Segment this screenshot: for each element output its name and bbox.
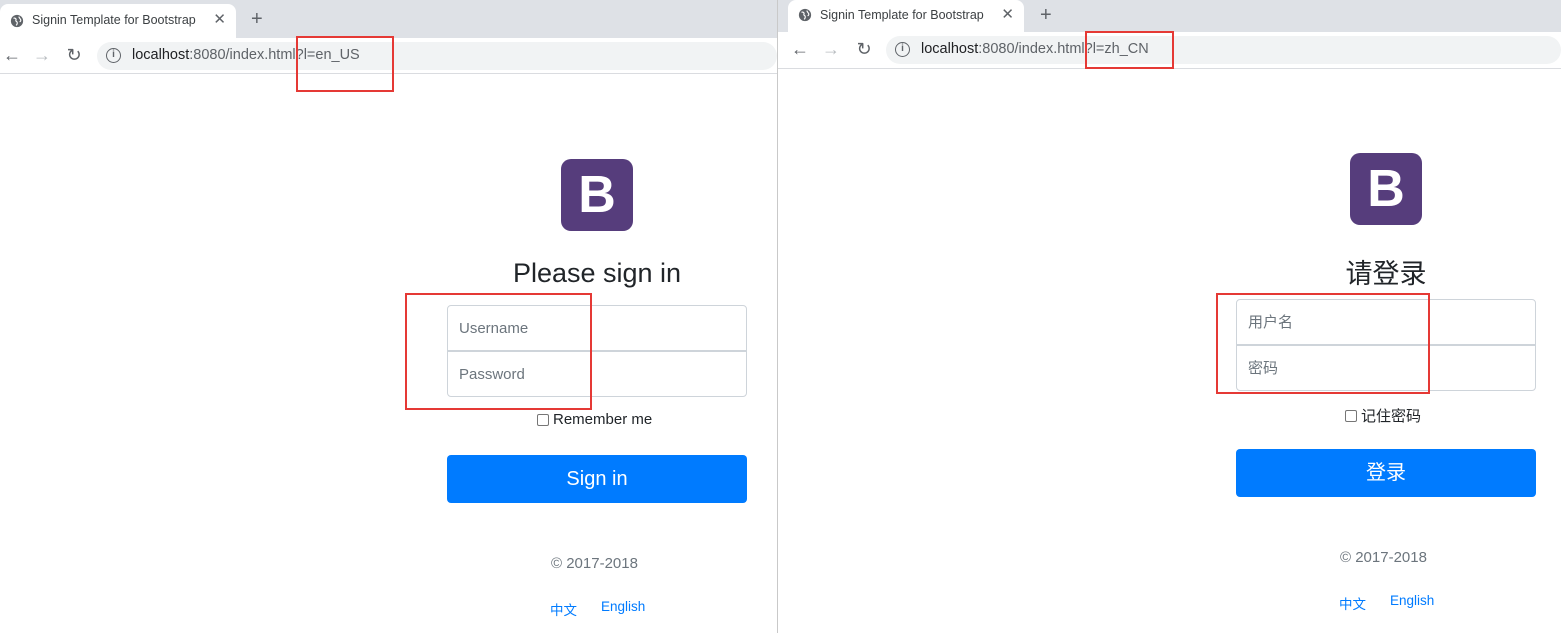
- lang-link-zh[interactable]: 中文: [1339, 593, 1366, 613]
- plus-icon[interactable]: +: [251, 8, 263, 30]
- reload-icon[interactable]: ↻: [64, 45, 84, 65]
- bootstrap-logo: B: [561, 159, 633, 231]
- address-bar[interactable]: i localhost:8080/index.html?l=en_US: [97, 42, 777, 70]
- copyright-text: © 2017-2018: [1340, 549, 1427, 566]
- address-bar[interactable]: i localhost:8080/index.html?l=zh_CN: [886, 36, 1561, 64]
- forward-arrow-icon[interactable]: →: [821, 39, 841, 59]
- tab-strip: Signin Template for Bootstrap ✕ +: [778, 0, 1561, 32]
- browser-window-left: Signin Template for Bootstrap ✕ + ← → ↻ …: [0, 0, 777, 633]
- remember-checkbox[interactable]: [537, 413, 549, 426]
- back-arrow-icon[interactable]: ←: [2, 45, 22, 65]
- annotation-box-url: [1085, 31, 1174, 69]
- info-icon[interactable]: i: [895, 42, 910, 57]
- forward-arrow-icon[interactable]: →: [32, 45, 52, 65]
- back-arrow-icon[interactable]: ←: [790, 39, 810, 59]
- page-title: Please sign in: [512, 258, 682, 288]
- annotation-box-fields: [1216, 293, 1430, 394]
- plus-icon[interactable]: +: [1040, 4, 1052, 26]
- reload-icon[interactable]: ↻: [854, 39, 874, 59]
- globe-icon: [10, 14, 24, 28]
- remember-label: 记住密码: [1361, 408, 1422, 425]
- tab-strip: Signin Template for Bootstrap ✕ +: [0, 0, 777, 38]
- url-host: localhost: [132, 47, 190, 63]
- annotation-box-url: [296, 36, 394, 92]
- browser-tab[interactable]: Signin Template for Bootstrap ✕: [788, 0, 1024, 32]
- annotation-box-fields: [405, 293, 592, 410]
- browser-window-right: Signin Template for Bootstrap ✕ + ← → ↻ …: [778, 0, 1561, 633]
- sign-in-button[interactable]: 登录: [1236, 449, 1536, 497]
- close-icon[interactable]: ✕: [1001, 6, 1014, 24]
- lang-link-en[interactable]: English: [601, 599, 645, 614]
- sign-in-button[interactable]: Sign in: [447, 455, 747, 503]
- url-host: localhost: [921, 41, 979, 57]
- browser-tab[interactable]: Signin Template for Bootstrap ✕: [0, 4, 236, 38]
- copyright-text: © 2017-2018: [551, 555, 638, 572]
- info-icon[interactable]: i: [106, 48, 121, 63]
- close-icon[interactable]: ✕: [213, 11, 226, 29]
- remember-me[interactable]: Remember me: [537, 411, 652, 428]
- remember-label: Remember me: [553, 411, 653, 428]
- remember-me[interactable]: 记住密码: [1345, 405, 1421, 426]
- lang-link-zh[interactable]: 中文: [550, 599, 577, 619]
- globe-icon: [798, 8, 812, 22]
- remember-checkbox[interactable]: [1345, 409, 1357, 422]
- bootstrap-logo: B: [1350, 153, 1422, 225]
- tab-title: Signin Template for Bootstrap: [820, 8, 984, 22]
- page-title: 请登录: [1345, 259, 1427, 289]
- lang-link-en[interactable]: English: [1390, 593, 1434, 608]
- tab-title: Signin Template for Bootstrap: [32, 13, 196, 27]
